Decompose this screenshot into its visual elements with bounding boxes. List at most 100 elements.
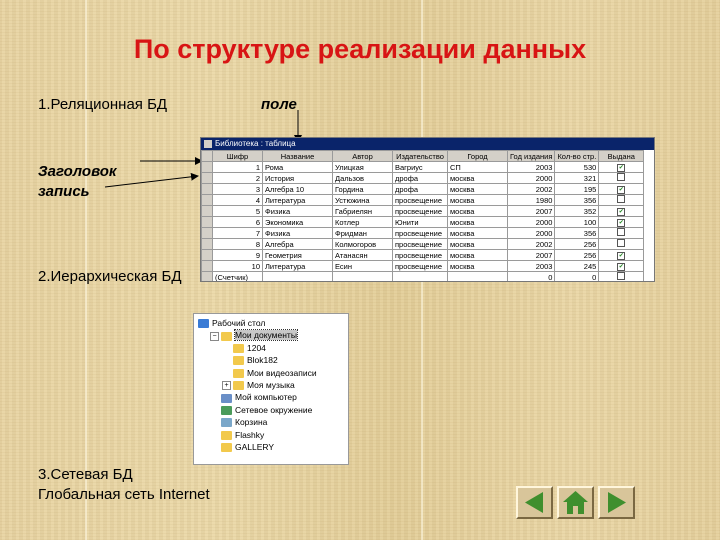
table-cell[interactable]: 256 <box>554 249 600 261</box>
table-row[interactable]: 7 Физика Фридман просвещение москва 2000 356 <box>201 227 645 239</box>
table-cell[interactable]: Вагриус <box>392 161 448 173</box>
checkbox[interactable] <box>617 173 626 181</box>
tree-node[interactable]: Корзина <box>221 416 267 428</box>
table-cell[interactable]: Физика <box>262 205 333 217</box>
table-cell[interactable]: Рома <box>262 161 333 173</box>
table-cell[interactable]: ✔ <box>598 205 645 217</box>
table-cell[interactable]: 2003 <box>506 161 556 173</box>
tree-node[interactable]: Blok182 <box>233 354 278 366</box>
checkbox[interactable]: ✔ <box>617 219 626 227</box>
table-cell[interactable]: 10 <box>212 260 263 272</box>
table-cell[interactable]: ✔ <box>598 216 645 228</box>
table-cell[interactable]: Устюжина <box>332 194 393 206</box>
table-cell[interactable]: 4 <box>212 194 263 206</box>
table-cell[interactable]: 195 <box>554 183 600 195</box>
tree-node[interactable]: GALLERY <box>221 441 274 453</box>
row-selector[interactable] <box>201 227 213 239</box>
table-cell[interactable]: Геометрия <box>262 249 333 261</box>
table-cell[interactable]: дрофа <box>392 172 448 184</box>
column-header[interactable]: Название <box>262 150 333 162</box>
table-cell[interactable]: 321 <box>554 172 600 184</box>
checkbox[interactable]: ✔ <box>617 164 626 172</box>
table-cell[interactable]: Атанасян <box>332 249 393 261</box>
tree-node[interactable]: Сетевое окружение <box>221 404 312 416</box>
tree-node[interactable]: + Моя музыка <box>222 379 295 391</box>
table-cell[interactable] <box>332 271 393 281</box>
table-row[interactable]: 10 Литература Есин просвещение москва 2003 245… <box>201 260 645 272</box>
table-cell[interactable] <box>598 172 645 184</box>
tree-node[interactable]: Мои видеозаписи <box>233 367 317 379</box>
table-cell[interactable]: просвещение <box>392 249 448 261</box>
table-cell[interactable]: Гордина <box>332 183 393 195</box>
table-cell[interactable]: 245 <box>554 260 600 272</box>
tree-node[interactable]: Рабочий стол <box>198 317 265 329</box>
prev-button[interactable] <box>516 486 553 519</box>
row-selector[interactable] <box>201 172 213 184</box>
table-row[interactable]: 9 Геометрия Атанасян просвещение москва 2007 2… <box>201 249 645 261</box>
tree-node[interactable]: − Мои документы <box>210 329 298 342</box>
table-cell[interactable]: 2000 <box>506 216 556 228</box>
table-row[interactable]: 1 Рома Улицкая Вагриус СП 2003 530 ✔ <box>201 161 645 173</box>
column-header[interactable]: Город <box>447 150 508 162</box>
table-cell[interactable]: 530 <box>554 161 600 173</box>
table-cell[interactable]: 356 <box>554 227 600 239</box>
table-cell[interactable]: просвещение <box>392 227 448 239</box>
row-selector[interactable] <box>201 249 213 261</box>
checkbox[interactable]: ✔ <box>617 186 626 194</box>
table-cell[interactable]: 9 <box>212 249 263 261</box>
expand-icon[interactable]: + <box>222 381 231 391</box>
table-cell[interactable]: 6 <box>212 216 263 228</box>
table-cell[interactable]: 2007 <box>506 249 556 261</box>
table-cell[interactable] <box>262 271 333 281</box>
table-row[interactable]: 2 История Дальзов дрофа москва 2000 321 <box>201 172 645 184</box>
table-cell[interactable]: просвещение <box>392 194 448 206</box>
tree-node[interactable]: Flashky <box>221 429 264 441</box>
table-cell[interactable]: (Счетчик) <box>212 271 263 281</box>
table-cell[interactable]: ✔ <box>598 161 645 173</box>
checkbox[interactable]: ✔ <box>617 252 626 260</box>
table-cell[interactable]: просвещение <box>392 260 448 272</box>
table-cell[interactable]: 2002 <box>506 238 556 250</box>
table-cell[interactable]: Алгебра <box>262 238 333 250</box>
row-selector[interactable] <box>201 238 213 250</box>
tree-node[interactable]: Мой компьютер <box>221 391 297 403</box>
table-cell[interactable]: просвещение <box>392 238 448 250</box>
table-cell[interactable] <box>598 271 645 281</box>
table-cell[interactable]: москва <box>447 194 508 206</box>
table-cell[interactable]: Экономика <box>262 216 333 228</box>
new-record-row[interactable]: (Счетчик) 0 0 <box>201 271 645 281</box>
column-header[interactable]: Выдана <box>598 150 645 162</box>
table-cell[interactable]: 2007 <box>506 205 556 217</box>
table-cell[interactable]: Габриелян <box>332 205 393 217</box>
table-cell[interactable]: Юнити <box>392 216 448 228</box>
table-cell[interactable]: москва <box>447 183 508 195</box>
collapse-icon[interactable]: − <box>210 331 219 341</box>
table-cell[interactable]: 0 <box>506 271 556 281</box>
table-cell[interactable]: Дальзов <box>332 172 393 184</box>
table-cell[interactable]: Котлер <box>332 216 393 228</box>
table-cell[interactable]: москва <box>447 260 508 272</box>
table-cell[interactable]: 256 <box>554 238 600 250</box>
table-cell[interactable]: 0 <box>554 271 600 281</box>
table-cell[interactable] <box>598 227 645 239</box>
table-cell[interactable]: 2 <box>212 172 263 184</box>
row-selector[interactable] <box>201 216 213 228</box>
table-row[interactable]: 4 Литература Устюжина просвещение москва 1980… <box>201 194 645 206</box>
table-cell[interactable]: 356 <box>554 194 600 206</box>
row-selector[interactable] <box>201 161 213 173</box>
table-cell[interactable]: 1 <box>212 161 263 173</box>
table-cell[interactable]: москва <box>447 227 508 239</box>
row-selector[interactable] <box>201 183 213 195</box>
table-cell[interactable]: 1980 <box>506 194 556 206</box>
table-cell[interactable] <box>598 238 645 250</box>
table-cell[interactable]: Литература <box>262 260 333 272</box>
table-cell[interactable]: 8 <box>212 238 263 250</box>
table-cell[interactable]: ✔ <box>598 260 645 272</box>
table-cell[interactable]: Фридман <box>332 227 393 239</box>
checkbox[interactable]: ✔ <box>617 208 626 216</box>
row-selector[interactable] <box>201 205 213 217</box>
checkbox[interactable]: ✔ <box>617 263 626 271</box>
table-cell[interactable]: 7 <box>212 227 263 239</box>
table-cell[interactable]: ✔ <box>598 183 645 195</box>
table-cell[interactable] <box>598 194 645 206</box>
